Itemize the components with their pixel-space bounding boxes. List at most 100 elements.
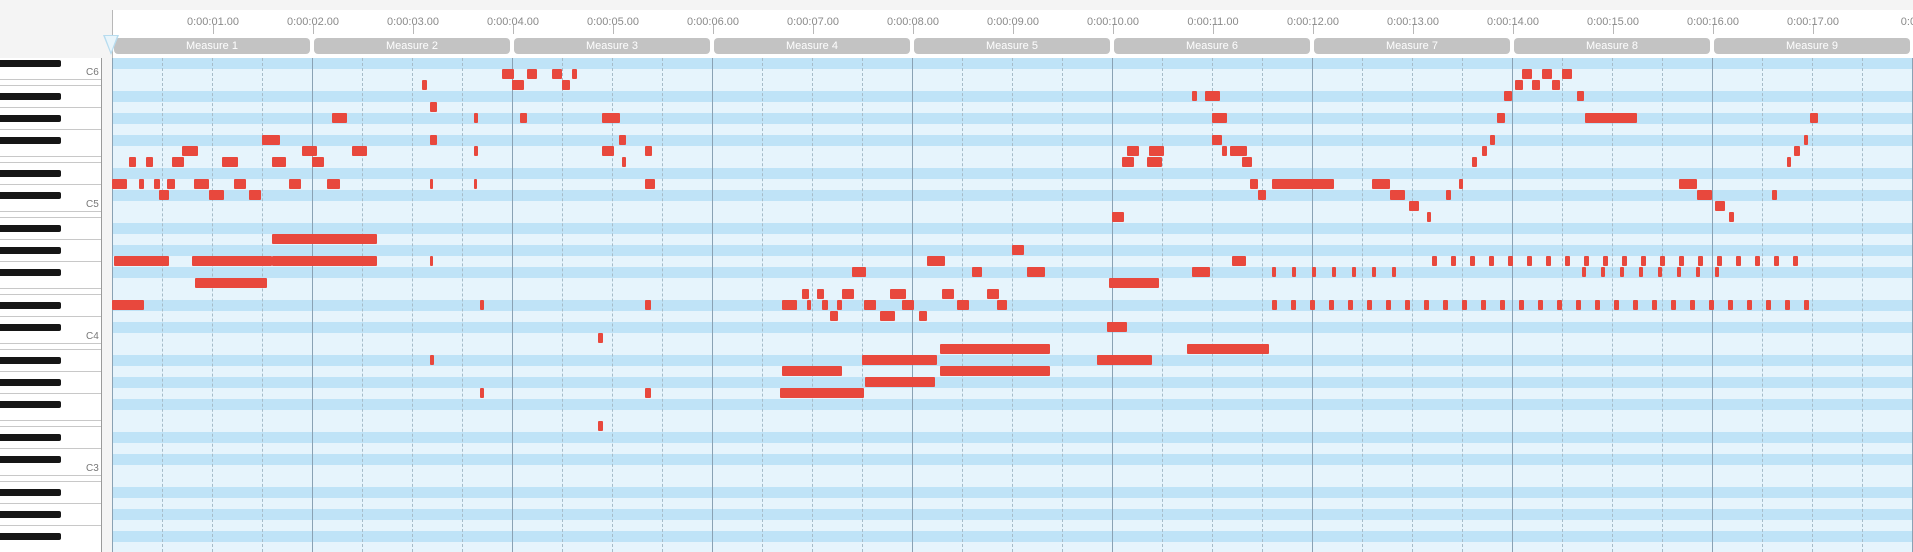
black-key[interactable]: [0, 434, 61, 441]
note[interactable]: [1122, 157, 1134, 167]
note[interactable]: [1729, 212, 1734, 222]
note[interactable]: [919, 311, 927, 321]
note[interactable]: [1490, 135, 1495, 145]
note[interactable]: [1595, 300, 1600, 310]
note[interactable]: [1614, 300, 1619, 310]
note[interactable]: [1715, 201, 1725, 211]
note[interactable]: [1497, 113, 1505, 123]
note[interactable]: [154, 179, 160, 189]
note[interactable]: [865, 377, 935, 387]
note[interactable]: [1519, 300, 1524, 310]
note[interactable]: [940, 344, 1050, 354]
measure-marker[interactable]: Measure 7: [1314, 38, 1510, 54]
note[interactable]: [1577, 91, 1584, 101]
note[interactable]: [1804, 300, 1809, 310]
note[interactable]: [430, 256, 433, 266]
note[interactable]: [864, 300, 876, 310]
note[interactable]: [1717, 256, 1722, 266]
note[interactable]: [645, 179, 655, 189]
note[interactable]: [1470, 256, 1475, 266]
note[interactable]: [1772, 190, 1777, 200]
note[interactable]: [474, 179, 477, 189]
note[interactable]: [1459, 179, 1463, 189]
note[interactable]: [1409, 201, 1419, 211]
note[interactable]: [1292, 267, 1296, 277]
note[interactable]: [1212, 135, 1222, 145]
measure-marker[interactable]: Measure 1: [114, 38, 310, 54]
note[interactable]: [1622, 256, 1627, 266]
measure-marker[interactable]: Measure 5: [914, 38, 1110, 54]
note[interactable]: [1755, 256, 1760, 266]
note[interactable]: [598, 333, 603, 343]
note[interactable]: [1329, 300, 1334, 310]
note[interactable]: [1230, 146, 1247, 156]
measure-marker[interactable]: Measure 3: [514, 38, 710, 54]
note[interactable]: [422, 80, 427, 90]
note[interactable]: [927, 256, 945, 266]
note[interactable]: [262, 135, 280, 145]
note[interactable]: [1671, 300, 1676, 310]
note[interactable]: [112, 300, 144, 310]
note[interactable]: [1481, 300, 1486, 310]
note[interactable]: [842, 289, 854, 299]
note[interactable]: [940, 366, 1050, 376]
note[interactable]: [222, 157, 238, 167]
note[interactable]: [1585, 113, 1637, 123]
note[interactable]: [327, 179, 340, 189]
note[interactable]: [1794, 146, 1800, 156]
measure-marker[interactable]: Measure 9: [1714, 38, 1910, 54]
note[interactable]: [1232, 256, 1246, 266]
note[interactable]: [622, 157, 626, 167]
note[interactable]: [1785, 300, 1790, 310]
note[interactable]: [1372, 179, 1390, 189]
note[interactable]: [512, 80, 524, 90]
note[interactable]: [1272, 300, 1277, 310]
note[interactable]: [1367, 300, 1372, 310]
note[interactable]: [1107, 322, 1127, 332]
note[interactable]: [1793, 256, 1798, 266]
note[interactable]: [1109, 278, 1159, 288]
note[interactable]: [880, 311, 895, 321]
note[interactable]: [1392, 267, 1396, 277]
note[interactable]: [1205, 91, 1220, 101]
note[interactable]: [1546, 256, 1551, 266]
note[interactable]: [1658, 267, 1662, 277]
note[interactable]: [1515, 80, 1523, 90]
note[interactable]: [602, 146, 614, 156]
measure-marker[interactable]: Measure 6: [1114, 38, 1310, 54]
note[interactable]: [1149, 146, 1164, 156]
black-key[interactable]: [0, 192, 61, 199]
black-key[interactable]: [0, 269, 61, 276]
note[interactable]: [822, 300, 828, 310]
note[interactable]: [1432, 256, 1437, 266]
note[interactable]: [249, 190, 261, 200]
note[interactable]: [1272, 179, 1334, 189]
note[interactable]: [312, 157, 324, 167]
note[interactable]: [1538, 300, 1543, 310]
measure-marker[interactable]: Measure 8: [1514, 38, 1710, 54]
playhead-marker-icon[interactable]: [103, 35, 119, 55]
note[interactable]: [619, 135, 626, 145]
black-key[interactable]: [0, 511, 61, 518]
piano-keyboard[interactable]: C6 C5 C4 C3: [0, 58, 102, 552]
note[interactable]: [1127, 146, 1139, 156]
note[interactable]: [902, 300, 914, 310]
black-key[interactable]: [0, 225, 61, 232]
note[interactable]: [1348, 300, 1353, 310]
note[interactable]: [272, 157, 286, 167]
note[interactable]: [552, 69, 562, 79]
note[interactable]: [1372, 267, 1376, 277]
note[interactable]: [1112, 212, 1124, 222]
note[interactable]: [1728, 300, 1733, 310]
note[interactable]: [1766, 300, 1771, 310]
note[interactable]: [837, 300, 842, 310]
note[interactable]: [645, 388, 651, 398]
note[interactable]: [1472, 157, 1477, 167]
note[interactable]: [987, 289, 999, 299]
note[interactable]: [807, 300, 811, 310]
note[interactable]: [1698, 256, 1703, 266]
note[interactable]: [1500, 300, 1505, 310]
note[interactable]: [430, 355, 434, 365]
black-key[interactable]: [0, 115, 61, 122]
note[interactable]: [172, 157, 184, 167]
